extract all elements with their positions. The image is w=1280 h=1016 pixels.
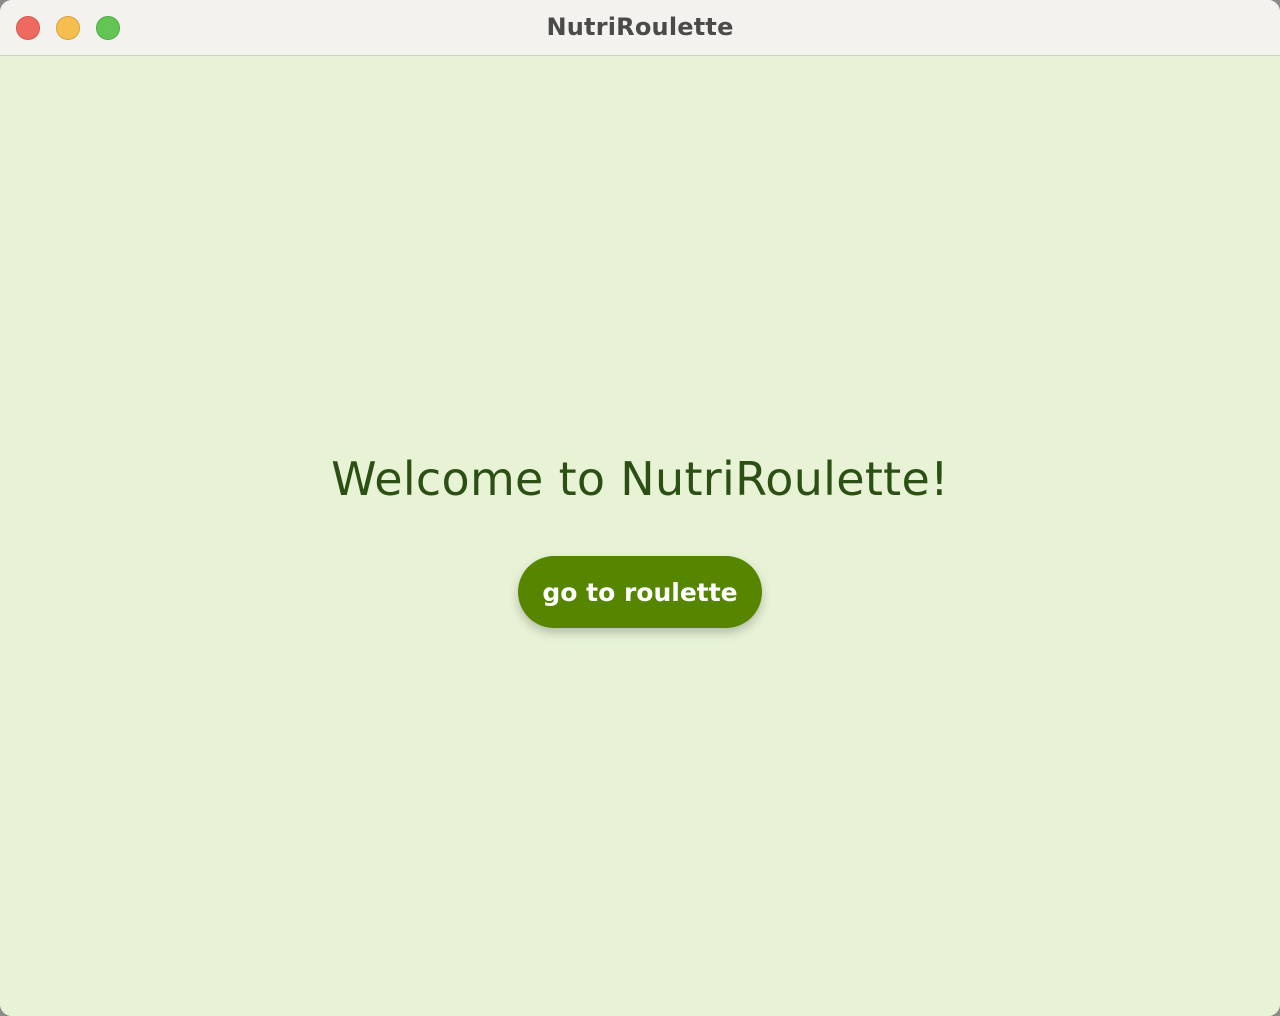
main-content: Welcome to NutriRoulette! go to roulette bbox=[0, 56, 1280, 1016]
welcome-heading: Welcome to NutriRoulette! bbox=[331, 452, 949, 506]
window-title: NutriRoulette bbox=[546, 13, 734, 41]
go-to-roulette-button[interactable]: go to roulette bbox=[518, 556, 762, 628]
title-bar[interactable]: NutriRoulette bbox=[0, 0, 1280, 56]
app-window: NutriRoulette Welcome to NutriRoulette! … bbox=[0, 0, 1280, 1016]
